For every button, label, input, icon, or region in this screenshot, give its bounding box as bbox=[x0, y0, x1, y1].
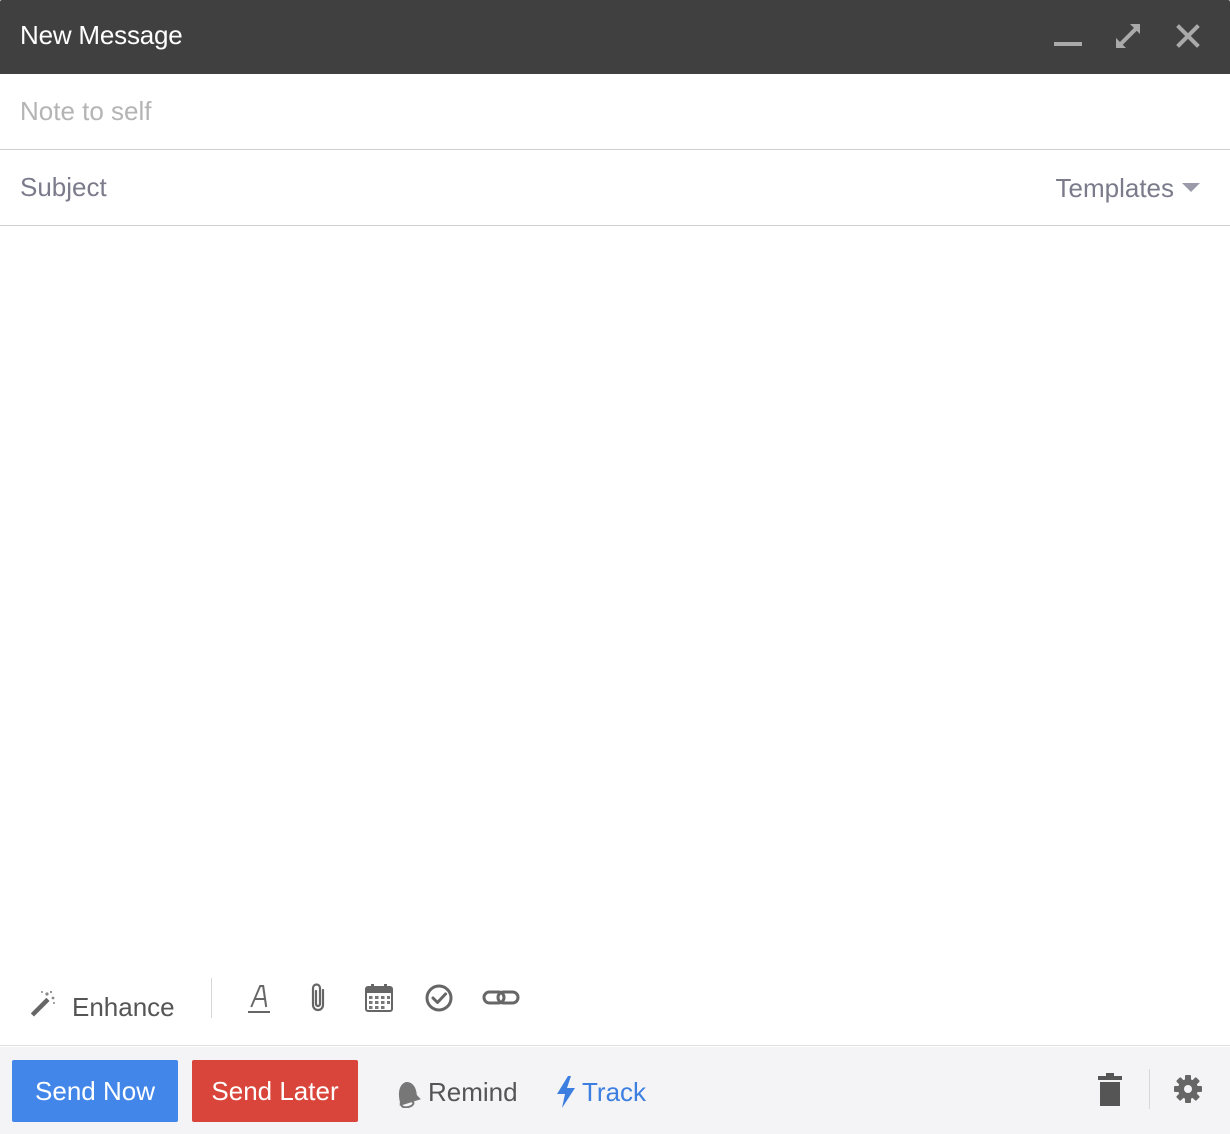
trash-icon bbox=[1098, 1073, 1122, 1106]
recipients-input[interactable] bbox=[20, 74, 1200, 149]
paperclip-icon bbox=[311, 983, 325, 1012]
check-button[interactable] bbox=[421, 980, 457, 1016]
compose-window: New Message Note to self Subject Templat… bbox=[0, 0, 1230, 1134]
close-icon bbox=[1176, 24, 1200, 48]
window-title: New Message bbox=[20, 20, 183, 50]
text-format-button[interactable] bbox=[241, 980, 277, 1016]
expand-button[interactable] bbox=[1110, 18, 1146, 54]
magic-wand-icon bbox=[30, 990, 55, 1017]
bell-icon bbox=[398, 1082, 421, 1108]
expand-icon bbox=[1116, 24, 1140, 48]
insert-link-button[interactable] bbox=[481, 980, 520, 1016]
remind-button[interactable]: Remind bbox=[392, 1072, 518, 1112]
text-format-icon bbox=[248, 985, 270, 1013]
toolbar-divider bbox=[211, 978, 212, 1018]
lightning-icon bbox=[557, 1076, 575, 1108]
enhance-label: Enhance bbox=[72, 991, 175, 1022]
chevron-down-icon bbox=[1182, 182, 1200, 192]
send-later-button[interactable]: Send Later bbox=[192, 1060, 358, 1122]
track-label: Track bbox=[582, 1076, 647, 1107]
gear-icon bbox=[1174, 1075, 1202, 1103]
formatting-toolbar: Enhance bbox=[0, 968, 1230, 1046]
templates-dropdown[interactable]: Templates bbox=[1055, 172, 1200, 204]
title-bar[interactable]: New Message bbox=[0, 0, 1230, 74]
send-now-button[interactable]: Send Now bbox=[12, 1060, 178, 1122]
remind-label: Remind bbox=[428, 1076, 518, 1107]
bottom-bar-divider bbox=[1149, 1069, 1150, 1109]
bottom-bar: Send Now Send Later Remind Track bbox=[0, 1047, 1230, 1134]
calendar-icon bbox=[365, 984, 393, 1012]
templates-label: Templates bbox=[1055, 173, 1175, 203]
link-icon bbox=[482, 990, 520, 1005]
minimize-button[interactable] bbox=[1050, 18, 1086, 54]
subject-input[interactable] bbox=[20, 150, 1020, 225]
discard-button[interactable] bbox=[1094, 1072, 1126, 1108]
minimize-icon bbox=[1054, 42, 1082, 46]
close-button[interactable] bbox=[1170, 18, 1206, 54]
message-body[interactable] bbox=[0, 227, 1230, 967]
subject-row: Templates bbox=[0, 150, 1230, 226]
enhance-button[interactable]: Enhance bbox=[28, 982, 175, 1026]
recipients-row bbox=[0, 74, 1230, 150]
calendar-button[interactable] bbox=[361, 980, 397, 1016]
attach-button[interactable] bbox=[301, 980, 337, 1016]
track-button[interactable]: Track bbox=[554, 1072, 646, 1112]
check-circle-icon bbox=[425, 984, 453, 1012]
settings-button[interactable] bbox=[1172, 1073, 1204, 1105]
